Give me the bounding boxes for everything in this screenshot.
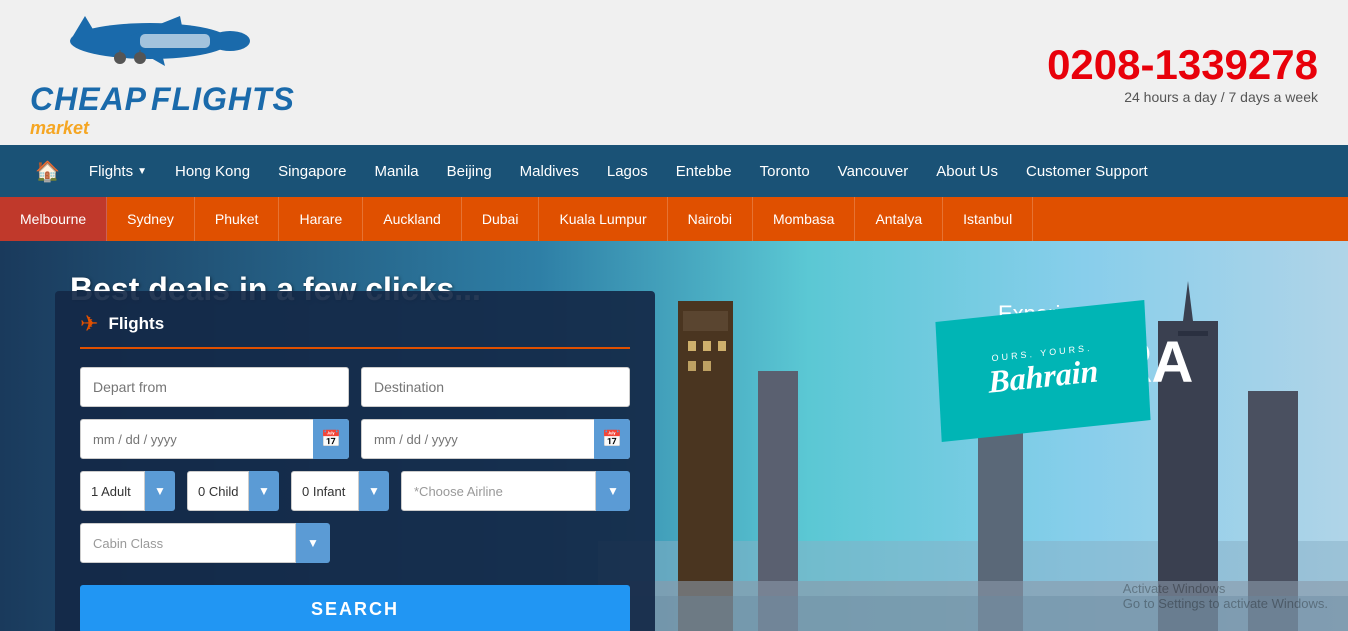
nav-hongkong[interactable]: Hong Kong (161, 145, 264, 197)
nav-entebbe[interactable]: Entebbe (662, 145, 746, 197)
nav-manila[interactable]: Manila (360, 145, 432, 197)
return-date-input[interactable] (361, 419, 630, 459)
phone-subtitle: 24 hours a day / 7 days a week (1047, 89, 1318, 105)
calendar-icon-2: 📅 (602, 429, 622, 449)
city-tab-nairobi[interactable]: Nairobi (668, 197, 753, 241)
logo-area: CHEAP FLIGHTS market (30, 6, 295, 139)
city-tab-kualalumpur[interactable]: Kuala Lumpur (539, 197, 667, 241)
nav-maldives[interactable]: Maldives (506, 145, 593, 197)
depart-from-input[interactable] (80, 367, 349, 407)
city-tab-sydney[interactable]: Sydney (107, 197, 195, 241)
destination-input[interactable] (361, 367, 630, 407)
logo-cheap: CHEAP (30, 81, 147, 118)
return-date-wrapper: 📅 (361, 419, 630, 459)
nav-singapore[interactable]: Singapore (264, 145, 360, 197)
hero-section: Experience BAHRA OURS. YOURS. Bahrain Be… (0, 241, 1348, 631)
logo-flights: FLIGHTS (151, 81, 295, 118)
city-tab-auckland[interactable]: Auckland (363, 197, 462, 241)
plane-logo-icon (30, 6, 250, 81)
airline-dropdown-button[interactable]: ▼ (596, 471, 630, 511)
header: CHEAP FLIGHTS market 0208-1339278 24 hou… (0, 0, 1348, 145)
infant-dropdown-button[interactable]: ▼ (359, 471, 389, 511)
cabin-class-display[interactable]: Cabin Class (80, 523, 296, 563)
child-select-wrapper: 0 Child ▼ (187, 471, 279, 511)
dates-row: 📅 📅 (80, 419, 630, 459)
child-count-display[interactable]: 0 Child (187, 471, 249, 511)
nav-customersupport[interactable]: Customer Support (1012, 145, 1162, 197)
return-calendar-button[interactable]: 📅 (594, 419, 630, 459)
depart-date-input[interactable] (80, 419, 349, 459)
bahrain-promo: Experience BAHRA OURS. YOURS. Bahrain (938, 296, 1148, 431)
navbar: 🏠 Flights ▼ Hong Kong Singapore Manila B… (0, 145, 1348, 197)
phone-area: 0208-1339278 24 hours a day / 7 days a w… (1047, 41, 1318, 105)
city-tab-istanbul[interactable]: Istanbul (943, 197, 1033, 241)
depart-date-wrapper: 📅 (80, 419, 349, 459)
home-nav-button[interactable]: 🏠 (20, 145, 75, 197)
form-header: ✈ Flights (80, 311, 630, 349)
phone-number: 0208-1339278 (1047, 41, 1318, 89)
city-tab-mombasa[interactable]: Mombasa (753, 197, 855, 241)
logo-market: market (30, 118, 89, 139)
nav-aboutus[interactable]: About Us (922, 145, 1012, 197)
form-title: Flights (108, 314, 164, 334)
airline-select-wrapper: *Choose Airline ▼ (401, 471, 630, 511)
nav-vancouver[interactable]: Vancouver (824, 145, 923, 197)
nav-flights[interactable]: Flights ▼ (75, 145, 161, 197)
nav-beijing[interactable]: Beijing (433, 145, 506, 197)
depart-calendar-button[interactable]: 📅 (313, 419, 349, 459)
passengers-airline-row: 1 Adult ▼ 0 Child ▼ 0 Infant ▼ *Choose A… (80, 471, 630, 511)
origin-destination-row (80, 367, 630, 407)
city-tab-harare[interactable]: Harare (279, 197, 363, 241)
infant-select-wrapper: 0 Infant ▼ (291, 471, 389, 511)
city-tab-dubai[interactable]: Dubai (462, 197, 540, 241)
adult-dropdown-button[interactable]: ▼ (145, 471, 175, 511)
chevron-down-icon: ▼ (137, 166, 147, 177)
adult-count-display[interactable]: 1 Adult (80, 471, 145, 511)
airline-display[interactable]: *Choose Airline (401, 471, 596, 511)
bahrain-teal-card: OURS. YOURS. Bahrain (935, 300, 1150, 442)
city-tab-antalya[interactable]: Antalya (855, 197, 943, 241)
nav-flights-label: Flights (89, 163, 133, 180)
calendar-icon: 📅 (321, 429, 341, 449)
search-button[interactable]: SEARCH (80, 585, 630, 631)
adult-select-wrapper: 1 Adult ▼ (80, 471, 175, 511)
flights-form-icon: ✈ (80, 311, 98, 337)
city-tab-melbourne[interactable]: Melbourne (0, 197, 107, 241)
cabin-dropdown-button[interactable]: ▼ (296, 523, 330, 563)
child-dropdown-button[interactable]: ▼ (249, 471, 279, 511)
windows-watermark: Activate Windows Go to Settings to activ… (1123, 581, 1328, 611)
infant-count-display[interactable]: 0 Infant (291, 471, 359, 511)
city-tab-phuket[interactable]: Phuket (195, 197, 280, 241)
cabin-row: Cabin Class ▼ (80, 523, 630, 563)
nav-toronto[interactable]: Toronto (746, 145, 824, 197)
city-tabs-bar: Melbourne Sydney Phuket Harare Auckland … (0, 197, 1348, 241)
search-form: ✈ Flights 📅 📅 (55, 291, 655, 631)
nav-lagos[interactable]: Lagos (593, 145, 662, 197)
cabin-select-wrapper: Cabin Class ▼ (80, 523, 330, 563)
